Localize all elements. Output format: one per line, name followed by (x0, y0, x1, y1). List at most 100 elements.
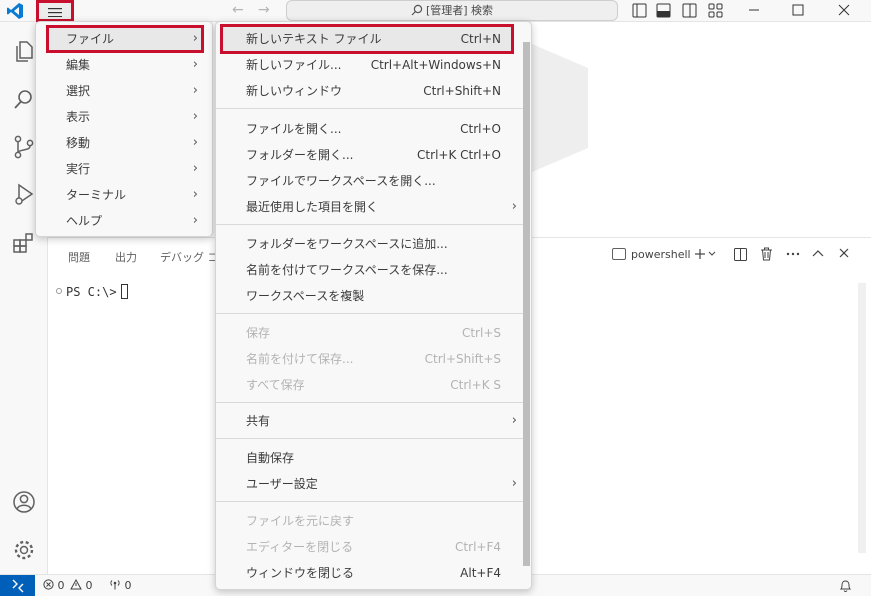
menu-item-label: 名前を付けて保存... (246, 352, 354, 366)
menu-separator (216, 224, 525, 225)
chevron-right-icon: › (511, 413, 517, 428)
menu-item-share[interactable]: 共有 › (216, 409, 531, 433)
menu-item-label: フォルダーをワークスペースに追加... (246, 237, 448, 251)
settings-gear-icon[interactable] (11, 537, 37, 563)
maximize-icon[interactable] (792, 4, 804, 16)
menu-item-open-file[interactable]: ファイルを開く... Ctrl+O (216, 117, 531, 141)
kill-terminal-trash-icon[interactable] (760, 247, 773, 261)
menu-item-label: 自動保存 (246, 451, 295, 465)
menu-item-label: フォルダーを開く... (246, 148, 354, 162)
menu-item-label: ファイルを開く... (246, 122, 342, 136)
menu-item-label: ファイルを元に戻す (246, 514, 355, 528)
menu-item-new-text-file[interactable]: 新しいテキスト ファイル Ctrl+N (216, 27, 531, 51)
menu-item-save-all[interactable]: すべて保存 Ctrl+K S (216, 373, 531, 397)
ports-status[interactable]: 0 (109, 579, 132, 592)
menu-item-label: ヘルプ (66, 214, 103, 228)
menu-item-go[interactable]: 移動 › (36, 131, 212, 155)
search-view-icon[interactable] (11, 86, 37, 112)
menu-item-save-workspace-as[interactable]: 名前を付けてワークスペースを保存... (216, 258, 531, 282)
menu-item-label: 表示 (66, 110, 91, 124)
menu-item-run[interactable]: 実行 › (36, 157, 212, 181)
menu-item-shortcut: Ctrl+O (460, 122, 501, 136)
chevron-right-icon: › (192, 31, 198, 46)
menu-item-shortcut: Alt+F4 (460, 566, 501, 580)
menu-item-shortcut: Ctrl+S (461, 326, 501, 340)
menu-item-label: 選択 (66, 84, 91, 98)
search-icon (411, 4, 423, 16)
menu-item-label: 編集 (66, 58, 91, 72)
menu-item-add-folder-to-workspace[interactable]: フォルダーをワークスペースに追加... (216, 232, 531, 256)
application-menu: ファイル › 編集 › 選択 › 表示 › 移動 › 実行 › ターミナル › ヘルプ › (35, 21, 213, 237)
tab-output[interactable]: 出力 (115, 249, 137, 265)
menu-item-terminal[interactable]: ターミナル › (36, 183, 212, 207)
menu-item-open-folder[interactable]: フォルダーを開く... Ctrl+K Ctrl+O (216, 143, 531, 167)
menu-item-help[interactable]: ヘルプ › (36, 209, 212, 233)
new-terminal-icon[interactable] (694, 248, 716, 260)
toggle-secondary-sidebar-icon[interactable] (682, 3, 697, 18)
menu-item-shortcut: Ctrl+K S (450, 378, 501, 392)
menu-item-selection[interactable]: 選択 › (36, 79, 212, 103)
menu-item-close-editor[interactable]: エディターを閉じる Ctrl+F4 (216, 535, 531, 559)
menu-item-save[interactable]: 保存 Ctrl+S (216, 321, 531, 345)
menu-item-open-recent[interactable]: 最近使用した項目を開く › (216, 195, 531, 219)
toggle-primary-sidebar-icon[interactable] (632, 3, 647, 18)
menu-item-close-window[interactable]: ウィンドウを閉じる Alt+F4 (216, 561, 531, 585)
chevron-right-icon: › (192, 57, 198, 72)
command-decoration-icon (56, 288, 62, 294)
ports-count: 0 (124, 579, 132, 592)
file-submenu: 新しいテキスト ファイル Ctrl+N 新しいファイル... Ctrl+Alt+Wi… (215, 21, 532, 590)
terminal-name[interactable]: powershell (631, 248, 691, 261)
terminal-prompt-line[interactable]: PS C:\> (56, 284, 128, 299)
menu-item-edit[interactable]: 編集 › (36, 53, 212, 77)
more-actions-icon[interactable] (786, 252, 800, 256)
menu-scrollbar[interactable] (523, 42, 530, 566)
menu-item-label: ターミナル (66, 188, 127, 202)
menu-separator (216, 501, 525, 502)
close-window-icon[interactable] (838, 4, 850, 16)
menu-item-shortcut: Ctrl+Alt+Windows+N (370, 58, 501, 72)
notifications-bell-icon[interactable] (839, 579, 852, 593)
menu-item-label: ウィンドウを閉じる (246, 566, 355, 580)
customize-layout-icon[interactable] (708, 3, 723, 18)
menu-item-revert-file[interactable]: ファイルを元に戻す (216, 509, 531, 533)
close-panel-icon[interactable] (839, 248, 849, 258)
menu-item-auto-save[interactable]: 自動保存 (216, 446, 531, 470)
command-center-search[interactable]: [管理者] 検索 (286, 0, 618, 21)
extensions-icon[interactable] (11, 230, 37, 256)
back-arrow-icon[interactable]: ← (232, 2, 244, 18)
menu-item-new-file[interactable]: 新しいファイル... Ctrl+Alt+Windows+N (216, 53, 531, 77)
error-count: 0 (57, 579, 65, 592)
hamburger-menu-icon (48, 8, 62, 17)
menu-item-duplicate-workspace[interactable]: ワークスペースを複製 (216, 284, 531, 308)
chevron-right-icon: › (511, 476, 517, 491)
problems-status[interactable]: 0 0 (43, 578, 93, 592)
remote-indicator[interactable] (0, 575, 35, 596)
explorer-icon[interactable] (11, 38, 37, 64)
toggle-panel-icon[interactable] (656, 3, 671, 18)
vscode-logo-icon (7, 3, 23, 19)
split-terminal-icon[interactable] (734, 248, 747, 261)
chevron-right-icon: › (192, 187, 198, 202)
menu-item-file[interactable]: ファイル › (36, 27, 212, 51)
forward-arrow-icon[interactable]: → (258, 2, 270, 18)
source-control-icon[interactable] (11, 134, 37, 160)
menu-separator (216, 108, 525, 109)
terminal-scrollbar[interactable] (858, 283, 866, 553)
run-debug-icon[interactable] (11, 182, 37, 208)
chevron-right-icon: › (192, 161, 198, 176)
menu-separator (216, 313, 525, 314)
accounts-icon[interactable] (11, 489, 37, 515)
terminal-cursor (120, 284, 128, 299)
menu-item-new-window[interactable]: 新しいウィンドウ Ctrl+Shift+N (216, 79, 531, 103)
tab-problems[interactable]: 問題 (68, 249, 90, 265)
maximize-panel-chevron-up-icon[interactable] (812, 249, 824, 257)
menu-item-label: エディターを閉じる (246, 540, 354, 554)
menu-item-preferences[interactable]: ユーザー設定 › (216, 472, 531, 496)
menu-item-label: 実行 (66, 162, 91, 176)
menu-item-open-workspace-from-file[interactable]: ファイルでワークスペースを開く... (216, 169, 531, 193)
menu-item-view[interactable]: 表示 › (36, 105, 212, 129)
application-menu-button[interactable] (36, 0, 74, 22)
minimize-icon[interactable] (748, 4, 760, 16)
menu-item-save-as[interactable]: 名前を付けて保存... Ctrl+Shift+S (216, 347, 531, 371)
menu-item-label: 最近使用した項目を開く (246, 200, 379, 214)
